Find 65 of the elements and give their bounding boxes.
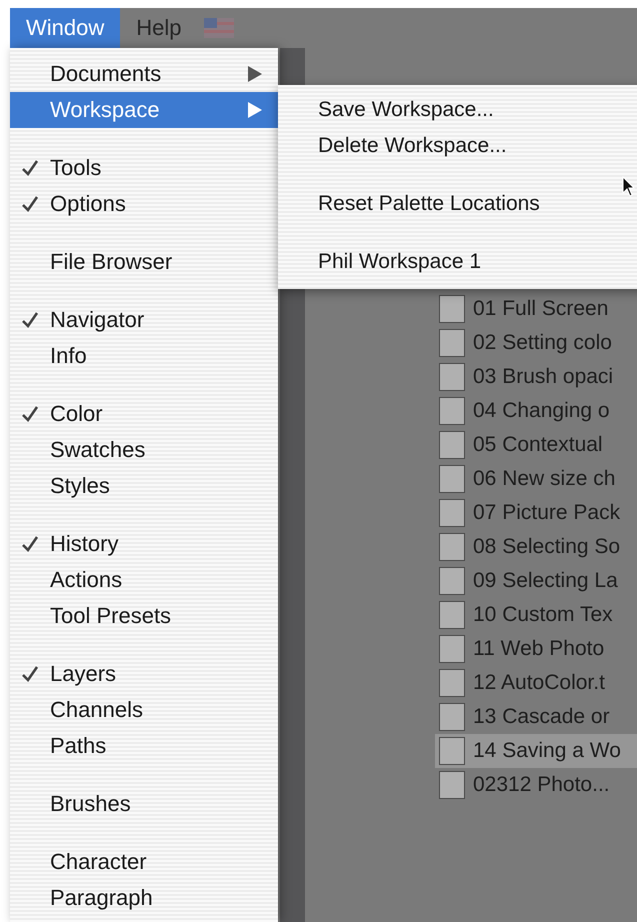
submenu-arrow-icon	[248, 66, 262, 82]
menu-title[interactable]: Window	[10, 8, 120, 48]
file-row[interactable]: 14 Saving a Wo	[435, 734, 637, 768]
thumbnail-icon	[439, 295, 465, 323]
menu-item[interactable]: Swatches	[10, 432, 278, 468]
menu-item[interactable]: Actions	[10, 562, 278, 598]
file-row[interactable]: 01 Full Screen	[435, 292, 637, 326]
checkmark-icon	[21, 159, 39, 177]
thumbnail-icon	[439, 601, 465, 629]
file-row[interactable]: 13 Cascade or	[435, 700, 637, 734]
menu-item[interactable]: Paragraph	[10, 880, 278, 916]
submenu-arrow-icon	[248, 102, 262, 118]
thumbnail-icon	[439, 465, 465, 493]
file-row[interactable]: 02 Setting colo	[435, 326, 637, 360]
menu-item[interactable]: Documents	[10, 56, 278, 92]
file-row[interactable]: 07 Picture Pack	[435, 496, 637, 530]
thumbnail-icon	[439, 771, 465, 799]
menu-item[interactable]: Paths	[10, 728, 278, 764]
menu-item[interactable]: Reset Palette Locations	[278, 186, 637, 222]
file-row[interactable]: 06 New size ch	[435, 462, 637, 496]
file-row[interactable]: 04 Changing o	[435, 394, 637, 428]
thumbnail-icon	[439, 669, 465, 697]
flag-icon[interactable]	[204, 18, 234, 38]
menu-item[interactable]: File Browser	[10, 244, 278, 280]
checkmark-icon	[21, 405, 39, 423]
file-row[interactable]: 10 Custom Tex	[435, 598, 637, 632]
menu-item[interactable]: Workspace	[10, 92, 278, 128]
menu-item[interactable]: Color	[10, 396, 278, 432]
thumbnail-icon	[439, 635, 465, 663]
menu-item[interactable]: Tool Presets	[10, 598, 278, 634]
menu-item[interactable]: Layers	[10, 656, 278, 692]
thumbnail-icon	[439, 499, 465, 527]
cursor-icon	[622, 176, 636, 198]
menu-item[interactable]: Navigator	[10, 302, 278, 338]
menu-item[interactable]: Styles	[10, 468, 278, 504]
file-row[interactable]: 03 Brush opaci	[435, 360, 637, 394]
menu-title[interactable]: Help	[120, 8, 198, 48]
file-row[interactable]: 02312 Photo...	[435, 768, 637, 802]
menu-item[interactable]: Delete Workspace...	[278, 128, 637, 164]
checkmark-icon	[21, 535, 39, 553]
checkmark-icon	[21, 665, 39, 683]
menu-item[interactable]: Options	[10, 186, 278, 222]
file-row[interactable]: 05 Contextual	[435, 428, 637, 462]
file-row[interactable]: 12 AutoColor.t	[435, 666, 637, 700]
thumbnail-icon	[439, 431, 465, 459]
menu-item[interactable]: Tools	[10, 150, 278, 186]
thumbnail-icon	[439, 363, 465, 391]
menu-item[interactable]: Brushes	[10, 786, 278, 822]
thumbnail-icon	[439, 533, 465, 561]
menu-item[interactable]: Character	[10, 844, 278, 880]
thumbnail-icon	[439, 737, 465, 765]
checkmark-icon	[21, 195, 39, 213]
menu-item[interactable]: Phil Workspace 1	[278, 244, 637, 280]
thumbnail-icon	[439, 567, 465, 595]
file-row[interactable]: 09 Selecting La	[435, 564, 637, 598]
menu-item[interactable]: Channels	[10, 692, 278, 728]
thumbnail-icon	[439, 329, 465, 357]
menu-item[interactable]: Save Workspace...	[278, 92, 637, 128]
checkmark-icon	[21, 311, 39, 329]
file-row[interactable]: 11 Web Photo	[435, 632, 637, 666]
thumbnail-icon	[439, 397, 465, 425]
menu-item[interactable]: Info	[10, 338, 278, 374]
thumbnail-icon	[439, 703, 465, 731]
menu-item[interactable]: History	[10, 526, 278, 562]
file-row[interactable]: 08 Selecting So	[435, 530, 637, 564]
